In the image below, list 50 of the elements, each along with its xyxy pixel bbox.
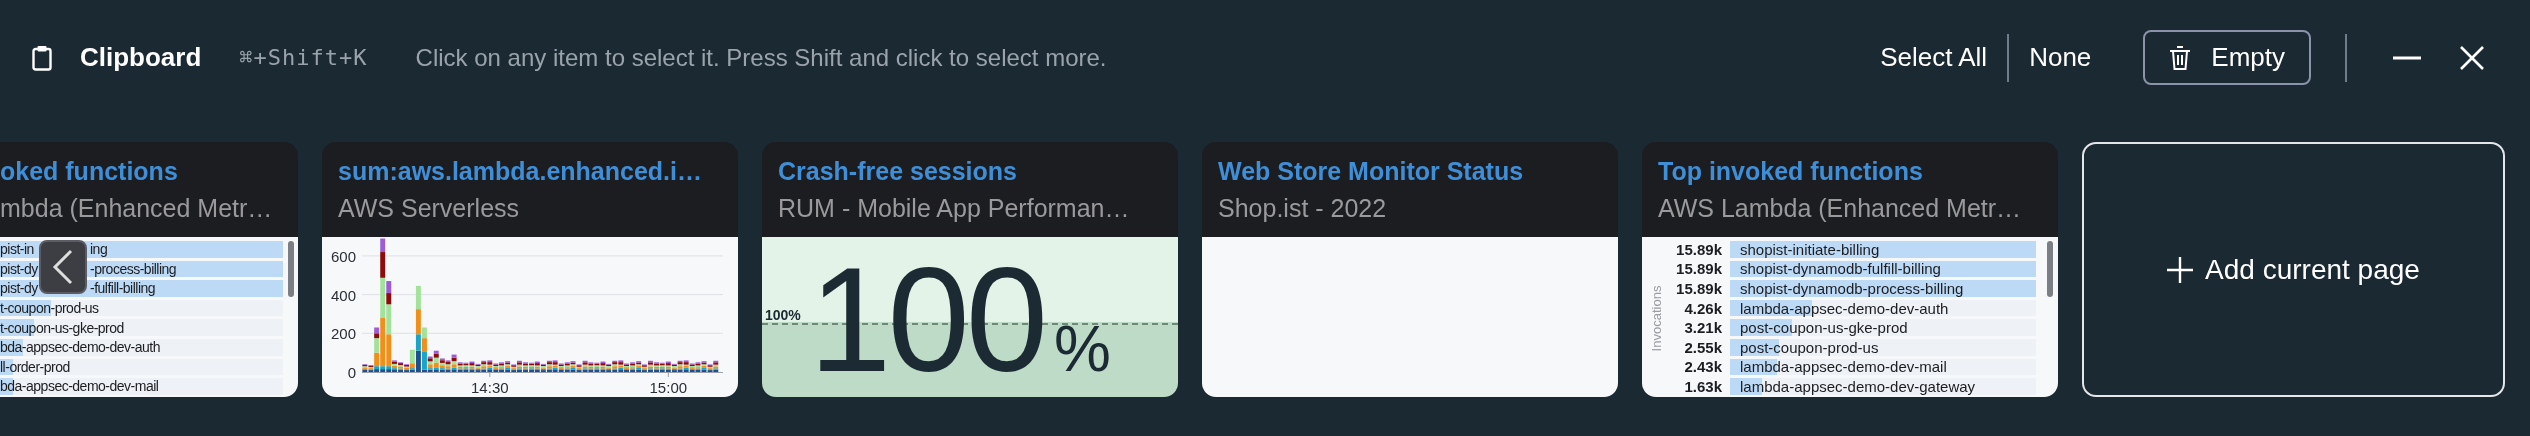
function-name: t-coupon-us-gke-prod xyxy=(0,319,124,336)
function-name: ing xyxy=(90,241,108,258)
function-name: post-coupon-prod-us xyxy=(1740,338,1879,356)
function-name: -process-billing xyxy=(90,260,177,277)
widget-subtitle: mbda (Enhanced Metr… xyxy=(0,193,274,223)
axis-tick-label: 200 xyxy=(330,325,356,343)
function-name: bda-appsec-demo-dev-auth xyxy=(0,339,160,356)
axis-label: Invocations xyxy=(1649,285,1665,352)
function-name: -fulfill-billing xyxy=(90,280,156,297)
function-name: bda-appsec-demo-dev-mail xyxy=(0,378,159,395)
row-value: 15.89k xyxy=(1675,240,1722,258)
widget-subtitle: RUM - Mobile App Performan… xyxy=(778,193,1131,223)
function-name: post-coupon-us-gke-prod xyxy=(1740,319,1908,337)
function-name: shopist-dynamodb-fulfill-billing xyxy=(1740,260,1941,278)
axis-tick-label: 0 xyxy=(347,364,356,381)
hint-text: Click on any item to select it. Press Shift and click to select more. xyxy=(415,43,1107,72)
function-name: pist-dy xyxy=(0,260,38,277)
widget-subtitle: AWS Serverless xyxy=(338,193,521,223)
row-value: 2.43k xyxy=(1683,358,1722,376)
widget-title: Crash-free sessions xyxy=(778,156,1018,186)
row-value: 2.55k xyxy=(1683,338,1722,356)
function-name: lambda-appsec-demo-dev-gateway xyxy=(1740,377,1976,395)
axis-tick-label: 14:30 xyxy=(471,379,509,396)
row-value: 1.63k xyxy=(1683,377,1722,395)
metric-value: 100 xyxy=(809,245,1044,395)
axis-tick-label: 400 xyxy=(330,286,356,304)
widget-subtitle: Shop.ist - 2022 xyxy=(1218,193,1388,223)
widget-subtitle: AWS Lambda (Enhanced Metr… xyxy=(1658,193,2023,223)
function-name: lambda-appsec-demo-dev-auth xyxy=(1740,299,1949,317)
widget-title: Web Store Monitor Status xyxy=(1218,156,1525,186)
row-value: 4.26k xyxy=(1683,299,1722,317)
keyboard-shortcut: ⌘+Shift+K xyxy=(239,45,368,70)
row-value: 3.21k xyxy=(1683,319,1722,337)
function-name: pist-dy xyxy=(0,280,38,297)
function-name: lambda-appsec-demo-dev-mail xyxy=(1740,358,1947,376)
widget-title: sum:aws.lambda.enhanced.i… xyxy=(338,156,703,186)
axis-tick-label: 600 xyxy=(330,247,356,265)
widget-title: oked functions xyxy=(0,156,179,186)
widget-title: Top invoked functions xyxy=(1658,156,1924,186)
function-name: t-coupon-prod-us xyxy=(0,300,99,317)
row-value: 15.89k xyxy=(1675,260,1722,278)
axis-tick-label: 15:00 xyxy=(649,379,688,396)
row-value: 15.89k xyxy=(1675,280,1722,297)
function-name: pist-in xyxy=(0,241,34,258)
threshold-label: 100% xyxy=(765,307,801,323)
function-name: shopist-initiate-billing xyxy=(1740,240,1880,258)
function-name: shopist-dynamodb-process-billing xyxy=(1740,280,1964,297)
clipboard-title: Clipboard xyxy=(80,42,202,73)
unit-label: % xyxy=(1054,312,1111,386)
function-name: ll-order-prod xyxy=(0,358,70,375)
